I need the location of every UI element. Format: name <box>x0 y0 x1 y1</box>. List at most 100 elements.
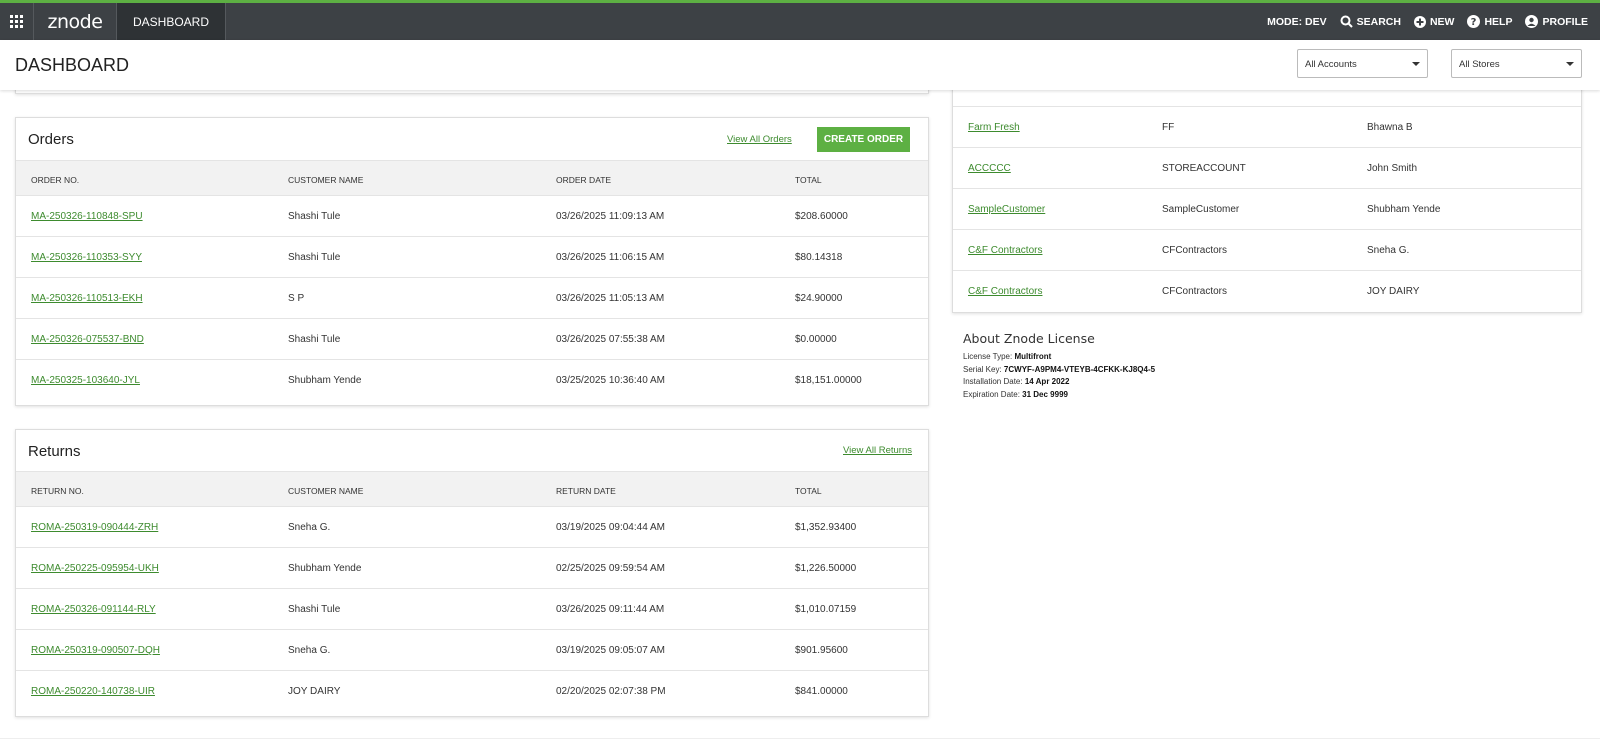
order-date: 03/26/2025 11:09:13 AM <box>556 211 665 222</box>
accounts-select-value: All Accounts <box>1305 59 1357 70</box>
customer-name: Shashi Tule <box>288 211 341 222</box>
search-label: SEARCH <box>1356 15 1401 28</box>
order-number-link[interactable]: MA-250326-110848-SPU <box>31 211 143 222</box>
order-total: $0.00000 <box>795 334 837 345</box>
table-row: ROMA-250326-091144-RLY Shashi Tule 03/26… <box>16 589 928 630</box>
order-date: 03/25/2025 10:36:40 AM <box>556 375 665 386</box>
grid-icon <box>10 15 23 28</box>
table-row: C&F Contractors CFContractors JOY DAIRY <box>953 270 1581 311</box>
account-code: CFContractors <box>1162 286 1228 297</box>
znode-logo[interactable]: znode <box>34 3 117 40</box>
table-row: SampleCustomer SampleCustomer Shubham Ye… <box>953 188 1581 229</box>
return-number-link[interactable]: ROMA-250319-090444-ZRH <box>31 522 158 533</box>
returns-table-header: RETURN NO. CUSTOMER NAME RETURN DATE TOT… <box>16 471 928 507</box>
page-title: DASHBOARD <box>15 55 130 75</box>
account-contact: Sneha G. <box>1367 245 1410 256</box>
order-number-link[interactable]: MA-250326-075537-BND <box>31 334 144 345</box>
order-number-link[interactable]: MA-250325-103640-JYL <box>31 375 140 386</box>
app-grid-button[interactable] <box>0 3 34 40</box>
table-row: Farm Fresh FF Bhawna B <box>953 106 1581 147</box>
account-contact: John Smith <box>1367 163 1418 174</box>
new-label: NEW <box>1429 15 1455 28</box>
return-total: $1,352.93400 <box>795 522 857 533</box>
plus-circle-icon <box>1413 15 1426 28</box>
return-total: $1,226.50000 <box>795 563 857 574</box>
expiration-date: Expiration Date: 31 Dec 9999 <box>963 389 1155 402</box>
customer-name: JOY DAIRY <box>288 686 341 697</box>
return-date: 03/19/2025 09:04:44 AM <box>556 522 665 533</box>
column-header[interactable]: TOTAL <box>795 486 822 496</box>
chevron-down-icon <box>1412 62 1420 66</box>
customer-name: Sneha G. <box>288 522 331 533</box>
help-icon: ? <box>1467 15 1481 28</box>
profile-button[interactable]: PROFILE <box>1525 15 1588 28</box>
nav-actions: MODE: DEV SEARCH NEW ? HELP PROFILE <box>1267 3 1588 40</box>
stores-select-value: All Stores <box>1459 59 1500 70</box>
view-all-returns-link[interactable]: View All Returns <box>843 445 912 456</box>
page-header: DASHBOARD All Accounts All Stores <box>0 40 1600 90</box>
customer-name: S P <box>288 293 305 304</box>
column-header[interactable]: TOTAL <box>795 175 822 185</box>
footer-divider <box>0 738 1600 739</box>
return-number-link[interactable]: ROMA-250326-091144-RLY <box>31 604 156 615</box>
license-type: License Type: Multifront <box>963 351 1155 364</box>
chevron-down-icon <box>1566 62 1574 66</box>
mode-indicator: MODE: DEV <box>1267 15 1327 28</box>
account-code: FF <box>1162 122 1175 133</box>
new-button[interactable]: NEW <box>1413 15 1455 28</box>
help-button[interactable]: ? HELP <box>1467 15 1512 28</box>
account-name-link[interactable]: ACCCCC <box>968 163 1011 174</box>
column-header[interactable]: RETURN DATE <box>556 486 616 496</box>
column-header[interactable]: CUSTOMER NAME <box>288 486 363 496</box>
license-type-label: License Type: <box>963 352 1013 361</box>
nav-dashboard-tab[interactable]: DASHBOARD <box>117 3 227 40</box>
return-number-link[interactable]: ROMA-250319-090507-DQH <box>31 645 160 656</box>
returns-panel: Returns View All Returns RETURN NO. CUST… <box>15 429 929 717</box>
order-total: $80.14318 <box>795 252 843 263</box>
customer-name: Shashi Tule <box>288 334 341 345</box>
orders-title: Orders <box>28 131 74 148</box>
profile-label: PROFILE <box>1542 15 1588 28</box>
order-number-link[interactable]: MA-250326-110513-EKH <box>31 293 143 304</box>
account-code: STOREACCOUNT <box>1162 163 1246 174</box>
customer-name: Shubham Yende <box>288 563 362 574</box>
return-date: 03/19/2025 09:05:07 AM <box>556 645 665 656</box>
customer-name: Sneha G. <box>288 645 331 656</box>
serial-key-label: Serial Key: <box>963 364 1002 374</box>
account-name-link[interactable]: Farm Fresh <box>968 122 1020 133</box>
accounts-select[interactable]: All Accounts <box>1297 49 1428 78</box>
return-number-link[interactable]: ROMA-250225-095954-UKH <box>31 563 159 574</box>
account-contact: Bhawna B <box>1367 122 1413 133</box>
orders-panel: Orders View All Orders CREATE ORDER ORDE… <box>15 117 929 406</box>
installation-date-label: Installation Date: <box>963 377 1023 386</box>
installation-date: Installation Date: 14 Apr 2022 <box>963 376 1155 389</box>
order-number-link[interactable]: MA-250326-110353-SYY <box>31 252 142 263</box>
customer-name: Shashi Tule <box>288 252 341 263</box>
search-icon <box>1340 15 1353 28</box>
view-all-orders-link[interactable]: View All Orders <box>727 134 792 145</box>
order-date: 03/26/2025 11:06:15 AM <box>556 252 665 263</box>
order-total: $24.90000 <box>795 293 843 304</box>
stores-select[interactable]: All Stores <box>1451 49 1582 78</box>
user-icon <box>1525 15 1539 28</box>
account-name-link[interactable]: C&F Contractors <box>968 245 1042 256</box>
column-header[interactable]: ORDER NO. <box>31 175 79 185</box>
table-row: ROMA-250225-095954-UKH Shubham Yende 02/… <box>16 548 928 589</box>
account-name-link[interactable]: C&F Contractors <box>968 286 1042 297</box>
table-row: MA-250326-110848-SPU Shashi Tule 03/26/2… <box>16 196 928 237</box>
search-button[interactable]: SEARCH <box>1340 15 1401 28</box>
order-total: $18,151.00000 <box>795 375 862 386</box>
accounts-panel: Farm Fresh FF Bhawna B ACCCCC STOREACCOU… <box>952 60 1582 313</box>
table-row: ROMA-250319-090507-DQH Sneha G. 03/19/20… <box>16 630 928 671</box>
column-header[interactable]: CUSTOMER NAME <box>288 175 363 185</box>
column-header[interactable]: RETURN NO. <box>31 486 84 496</box>
license-type-value: Multifront <box>1014 352 1052 361</box>
return-total: $841.00000 <box>795 686 848 697</box>
create-order-button[interactable]: CREATE ORDER <box>817 127 910 152</box>
column-header[interactable]: ORDER DATE <box>556 175 611 185</box>
return-number-link[interactable]: ROMA-250220-140738-UIR <box>31 686 155 697</box>
license-title: About Znode License <box>963 331 1095 346</box>
return-date: 03/26/2025 09:11:44 AM <box>556 604 665 615</box>
account-name-link[interactable]: SampleCustomer <box>968 204 1045 215</box>
table-row: MA-250325-103640-JYL Shubham Yende 03/25… <box>16 360 928 401</box>
